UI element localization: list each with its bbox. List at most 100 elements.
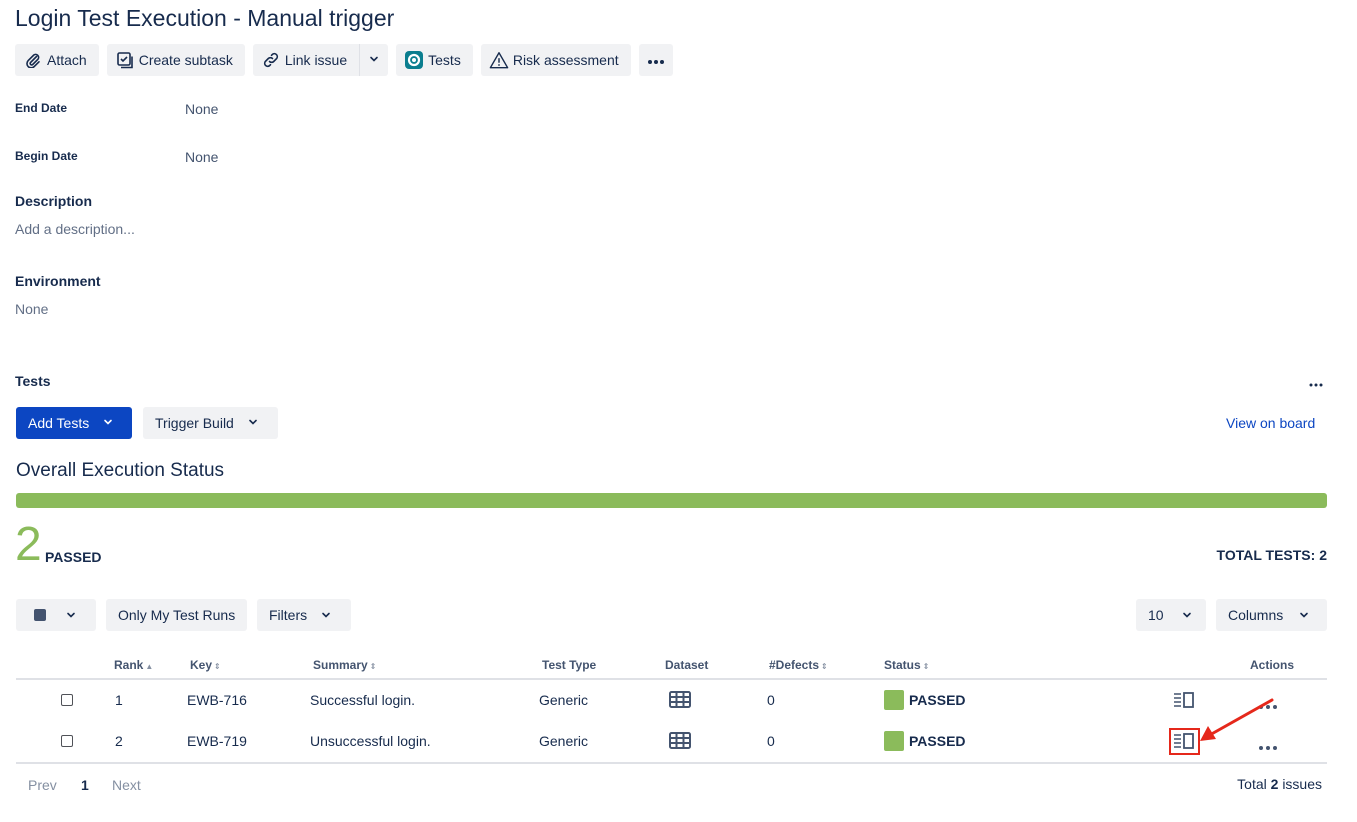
begin-date-label: Begin Date [15,149,78,163]
column-header-dataset: Dataset [665,658,708,672]
more-icon [1308,375,1324,391]
table-header-divider [16,678,1327,680]
chevron-down-icon [66,607,76,623]
status-color-swatch [884,690,904,710]
dataset-table-icon[interactable] [669,732,691,753]
dataset-header-label: Dataset [665,658,709,672]
row-key-link[interactable]: EWB-719 [187,733,247,749]
chevron-down-icon [1299,607,1309,623]
filters-button[interactable]: Filters [257,599,351,631]
sort-asc-icon: ▲ [145,662,154,671]
actions-header-label: Actions [1250,658,1295,672]
annotation-arrow-icon [1196,696,1276,749]
status-badge: PASSED [884,690,966,710]
status-label: PASSED [909,692,966,708]
page-title: Login Test Execution - Manual trigger [15,5,395,31]
columns-button[interactable]: Columns [1216,599,1327,631]
summary-header-label: Summary [313,658,368,672]
link-icon [261,50,281,70]
trigger-build-button[interactable]: Trigger Build [143,407,278,439]
attach-button[interactable]: Attach [15,44,99,76]
column-header-key[interactable]: Key ⇕ [190,658,221,672]
link-issue-label: Link issue [284,52,348,68]
column-header-rank[interactable]: Rank ▲ [114,658,153,672]
end-date-value[interactable]: None [185,101,218,117]
issue-toolbar: Attach Create subtask Link issue Tests R… [15,44,673,76]
overall-status-heading: Overall Execution Status [16,460,225,481]
tests-button[interactable]: Tests [396,44,473,76]
square-icon [34,609,46,621]
filters-label: Filters [269,607,308,623]
chevron-down-icon [368,52,380,68]
trigger-build-label: Trigger Build [155,415,234,431]
link-issue-group: Link issue [252,44,389,76]
description-field[interactable]: Add a description... [15,221,135,237]
chevron-down-icon [321,607,331,623]
status-badge: PASSED [884,731,966,751]
more-icon [647,52,665,68]
more-actions-button[interactable] [638,44,673,76]
row-test-type: Generic [539,692,589,708]
column-header-summary[interactable]: Summary ⇕ [313,658,376,672]
row-rank: 2 [115,733,123,749]
test-type-header-label: Test Type [542,658,597,672]
column-header-test-type: Test Type [542,658,596,672]
dataset-table-icon[interactable] [669,691,691,712]
execution-details-icon[interactable] [1172,731,1196,754]
environment-value[interactable]: None [15,301,48,317]
add-tests-button[interactable]: Add Tests [16,407,132,439]
sort-icon: ⇕ [821,662,828,671]
description-heading: Description [15,193,93,209]
add-tests-label: Add Tests [28,415,90,431]
row-summary: Unsuccessful login. [310,733,431,749]
row-test-type: Generic [539,733,589,749]
select-all-dropdown[interactable] [16,599,96,631]
status-label: PASSED [909,733,966,749]
paperclip-icon [23,50,43,70]
next-page-button[interactable]: Next [112,777,141,793]
only-my-test-runs-button[interactable]: Only My Test Runs [106,599,248,631]
columns-label: Columns [1228,607,1284,623]
link-issue-dropdown-button[interactable] [359,44,389,76]
total-suffix: issues [1282,776,1322,792]
row-defects: 0 [767,692,775,708]
column-header-status[interactable]: Status ⇕ [884,658,929,672]
xray-tests-icon [404,50,424,70]
status-header-label: Status [884,658,921,672]
create-subtask-label: Create subtask [138,52,233,68]
risk-assessment-label: Risk assessment [512,52,619,68]
column-header-defects[interactable]: #Defects ⇕ [769,658,828,672]
only-my-test-runs-label: Only My Test Runs [118,607,236,623]
prev-page-button[interactable]: Prev [28,777,57,793]
row-defects: 0 [767,733,775,749]
passed-label: PASSED [45,549,102,565]
execution-details-icon[interactable] [1172,690,1196,713]
environment-heading: Environment [15,273,101,289]
status-color-swatch [884,731,904,751]
subtask-icon [115,50,135,70]
chevron-down-icon [103,417,113,430]
begin-date-value[interactable]: None [185,149,218,165]
sort-icon: ⇕ [214,662,221,671]
view-on-board-link[interactable]: View on board [1226,415,1315,431]
sort-icon: ⇕ [369,662,377,671]
row-summary: Successful login. [310,692,416,708]
create-subtask-button[interactable]: Create subtask [106,44,245,76]
row-key-link[interactable]: EWB-716 [187,692,247,708]
tests-more-button[interactable] [1308,375,1324,391]
warning-icon [489,50,509,70]
defects-header-label: #Defects [769,658,820,672]
page-size-select[interactable]: 10 [1136,599,1206,631]
rank-header-label: Rank [114,658,144,672]
total-tests: TOTAL TESTS: 2 [1216,547,1327,563]
row-checkbox[interactable] [61,694,73,706]
table-bottom-divider [16,762,1327,764]
total-prefix: Total [1237,776,1267,792]
tests-label: Tests [428,52,461,68]
row-checkbox[interactable] [61,735,73,747]
risk-assessment-button[interactable]: Risk assessment [480,44,631,76]
current-page[interactable]: 1 [81,777,89,793]
link-issue-button[interactable]: Link issue [252,44,360,76]
key-header-label: Key [190,658,213,672]
tests-heading: Tests [15,373,51,389]
